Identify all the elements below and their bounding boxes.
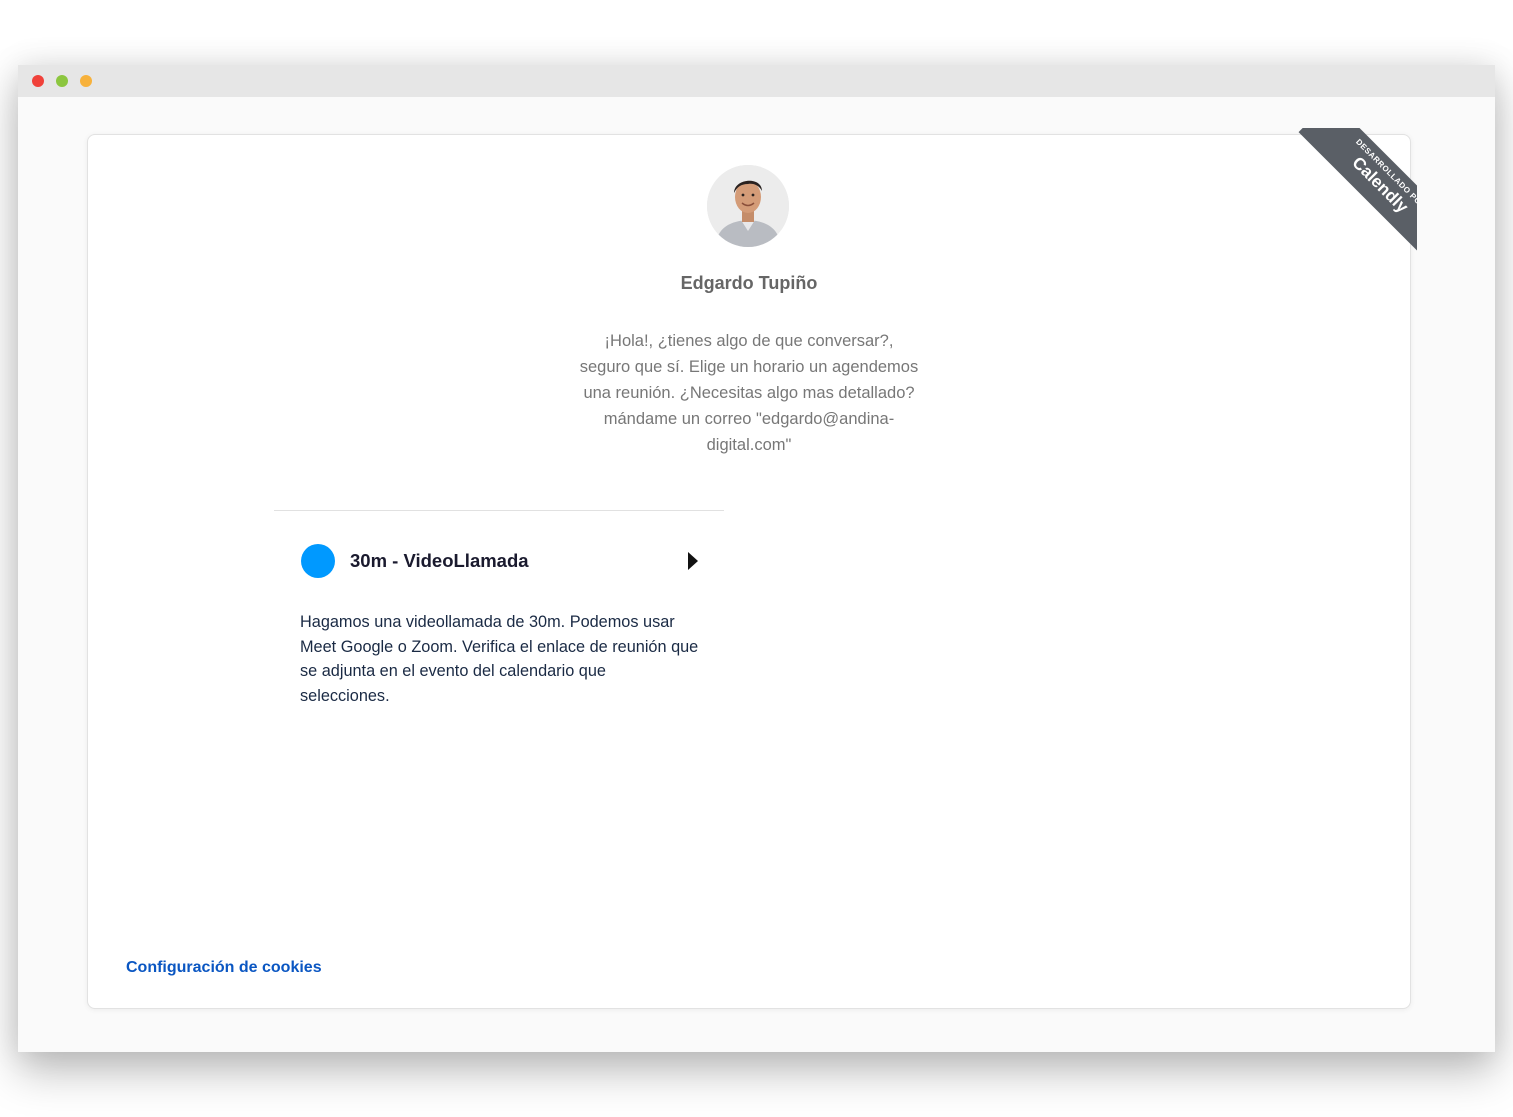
event-title: 30m - VideoLlamada: [350, 550, 529, 571]
event-type-item[interactable]: 30m - VideoLlamada Hagamos una videollam…: [274, 511, 724, 751]
maximize-window-button[interactable]: [80, 75, 92, 87]
booking-card: DESARROLLADO POR Calendly Edgardo Tupiño…: [87, 128, 1417, 1009]
window-titlebar: [18, 65, 1495, 97]
avatar: [707, 165, 789, 247]
person-avatar-icon: [707, 165, 789, 247]
browser-window: DESARROLLADO POR Calendly Edgardo Tupiño…: [18, 65, 1495, 1052]
event-color-dot: [301, 544, 335, 578]
host-name: Edgardo Tupiño: [680, 273, 818, 293]
event-description: Hagamos una videollamada de 30m. Podemos…: [300, 613, 699, 705]
cookie-settings-link[interactable]: Configuración de cookies: [126, 959, 322, 977]
close-window-button[interactable]: [32, 75, 44, 87]
calendly-ribbon[interactable]: DESARROLLADO POR Calendly: [1285, 128, 1417, 260]
minimize-window-button[interactable]: [56, 75, 68, 87]
triangle-right-icon: [688, 552, 698, 570]
host-description: ¡Hola!, ¿tienes algo de que conversar?, …: [579, 332, 919, 454]
